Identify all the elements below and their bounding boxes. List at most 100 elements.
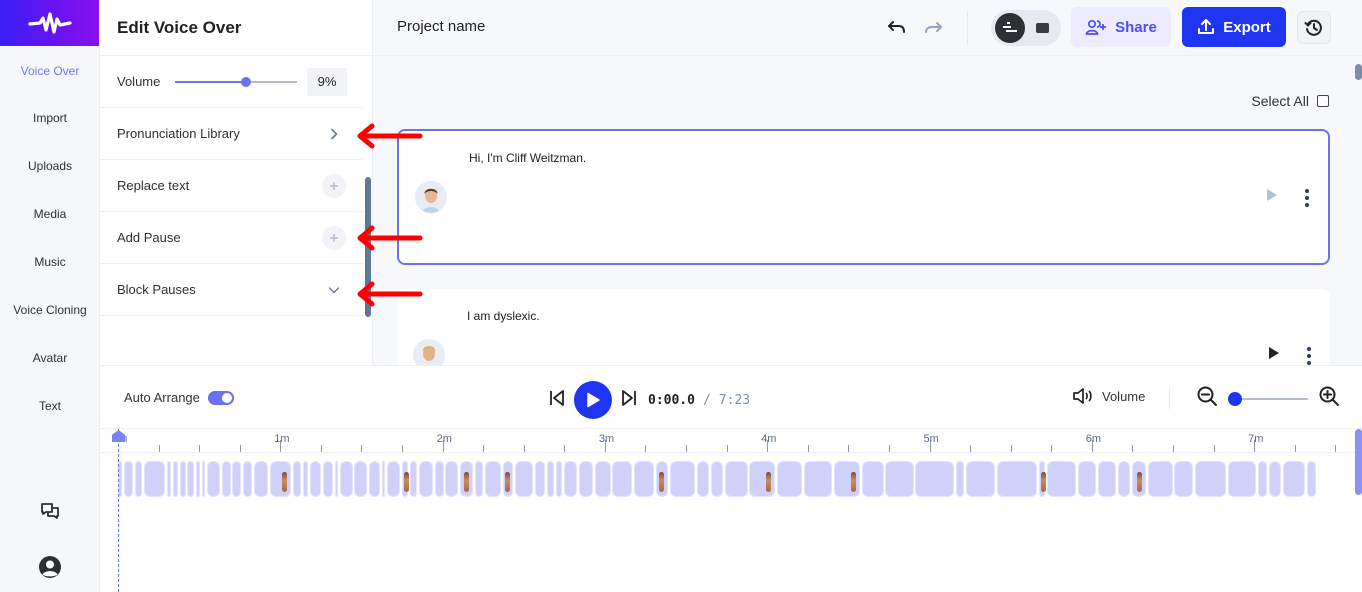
nav-item-music[interactable]: Music [0,255,100,269]
volume-value-input[interactable]: 9% [307,67,347,96]
timeline-clip[interactable] [1269,461,1282,497]
timeline-clip[interactable] [556,461,562,497]
timeline-clip[interactable] [222,461,231,497]
timeline-clip[interactable] [885,461,914,497]
timeline-clip[interactable] [144,461,165,497]
timeline-clip[interactable] [292,461,301,497]
timeline-clip[interactable] [179,461,186,497]
block-view-icon[interactable] [1036,23,1049,33]
app-logo[interactable] [0,0,99,46]
timeline-clip[interactable] [1039,461,1047,497]
user-account-icon[interactable] [38,555,62,579]
zoom-slider-thumb[interactable] [1228,391,1242,406]
select-all-checkbox[interactable] [1317,95,1329,107]
timeline-clip[interactable] [1148,461,1173,497]
block-pauses-row[interactable]: Block Pauses [100,264,363,316]
voice-avatar[interactable] [413,339,445,365]
volume-slider[interactable] [175,75,297,89]
timeline-clip[interactable] [833,461,861,497]
plus-icon[interactable] [322,225,346,250]
zoom-out-icon[interactable] [1196,385,1218,412]
nav-item-media[interactable]: Media [0,207,100,221]
timeline-clip[interactable] [997,461,1038,497]
timeline-clip[interactable] [803,461,832,497]
timeline-clip[interactable] [502,461,513,497]
timeline-clip[interactable] [368,461,380,497]
view-mode-toggle[interactable] [991,10,1061,46]
timeline-clip[interactable] [123,461,133,497]
timeline-clip[interactable] [612,461,633,497]
timeline-clip[interactable] [696,461,710,497]
undo-icon[interactable] [886,16,908,38]
timeline-clip[interactable] [1118,461,1131,497]
timeline-clip[interactable] [419,461,434,497]
script-block[interactable]: I am dyslexic. [397,289,1330,365]
timeline-clip[interactable] [195,461,200,497]
add-pause-row[interactable]: Add Pause [100,212,363,264]
skip-back-icon[interactable] [548,389,566,412]
skip-forward-icon[interactable] [620,389,638,412]
timeline-clip[interactable] [563,461,577,497]
timeline-clip[interactable] [1132,461,1147,497]
timeline-clip[interactable] [749,461,775,497]
timeline-clip[interactable] [334,461,339,497]
timeline-clip[interactable] [242,461,253,497]
timeline-clip[interactable] [1097,461,1117,497]
timeline-ruler[interactable]: 0m1m2m3m4m5m6m7m [100,429,1362,453]
timeline-clip[interactable] [187,461,194,497]
timeline-clip[interactable] [166,461,172,497]
playhead-line[interactable] [118,429,119,592]
timeline-clip[interactable] [1283,461,1305,497]
timeline-clip[interactable] [310,461,321,497]
chat-icon[interactable] [38,500,62,524]
timeline-clip[interactable] [254,461,269,497]
timeline-clip[interactable] [955,461,965,497]
timeline-clip[interactable] [201,461,206,497]
timeline-clip[interactable] [173,461,179,497]
timeline-clip[interactable] [546,461,555,497]
script-block[interactable]: Hi, I'm Cliff Weitzman. [397,129,1330,265]
timeline-clip[interactable] [381,461,386,497]
timeline-clip[interactable] [725,461,748,497]
timeline-clip[interactable] [655,461,668,497]
timeline-clip[interactable] [534,461,545,497]
timeline-clip[interactable] [322,461,333,497]
nav-item-avatar[interactable]: Avatar [0,351,100,365]
nav-item-uploads[interactable]: Uploads [0,159,100,173]
volume-slider-thumb[interactable] [240,76,251,87]
timeline-clip[interactable] [1174,461,1194,497]
timeline-clip[interactable] [514,461,533,497]
timeline-clip[interactable] [669,461,695,497]
timeline-clip[interactable] [340,461,353,497]
timeline-clip[interactable] [402,461,410,497]
timeline-scrollbar[interactable] [1355,429,1362,495]
nav-item-import[interactable]: Import [0,111,100,125]
timeline-clip[interactable] [445,461,458,497]
voice-avatar[interactable] [415,181,447,213]
more-options-icon[interactable] [1304,189,1310,207]
chevron-right-icon[interactable] [322,122,346,146]
list-view-icon[interactable] [995,13,1025,43]
timeline-clip[interactable] [409,461,418,497]
timeline-clip[interactable] [710,461,724,497]
more-options-icon[interactable] [1306,347,1312,365]
timeline-clip[interactable] [1046,461,1076,497]
timeline-clips-track[interactable] [100,459,1362,499]
timeline-clip[interactable] [1227,461,1257,497]
select-all-control[interactable]: Select All [1251,93,1329,109]
timeline-clip[interactable] [862,461,884,497]
nav-item-voice-over[interactable]: Voice Over [0,64,100,78]
chevron-down-icon[interactable] [322,278,346,302]
timeline-clip[interactable] [302,461,309,497]
timeline-clip[interactable] [354,461,367,497]
timeline-clip[interactable] [435,461,444,497]
project-name[interactable]: Project name [397,18,485,35]
auto-arrange-toggle[interactable] [207,390,234,405]
volume-button[interactable]: Volume [1072,387,1145,405]
timeline-clip[interactable] [474,461,483,497]
play-block-icon[interactable] [1268,346,1280,365]
zoom-in-icon[interactable] [1318,385,1340,412]
timeline[interactable]: 0m1m2m3m4m5m6m7m [100,429,1362,592]
version-history-button[interactable] [1297,11,1331,44]
block-text[interactable]: Hi, I'm Cliff Weitzman. [469,151,586,165]
